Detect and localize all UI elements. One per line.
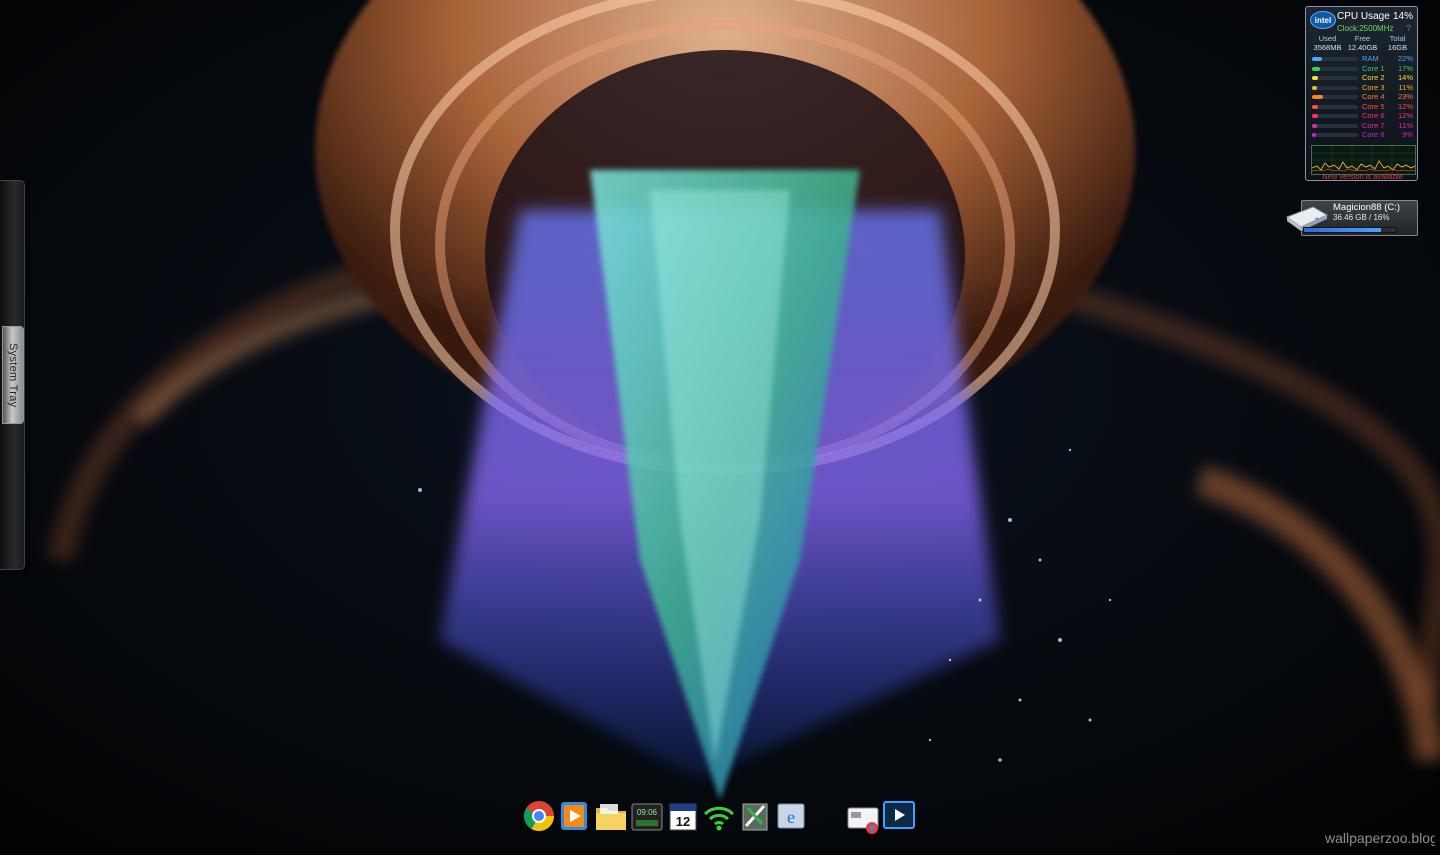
drive-name: Magicion88 (C:)	[1333, 202, 1401, 213]
core-bar-fill	[1312, 123, 1318, 128]
system-tray-dock[interactable]: System Tray	[0, 180, 25, 570]
ie-icon[interactable]: e	[774, 798, 808, 838]
cpu-usage-gadget[interactable]: intel CPU Usage 14% Clock:2500MHz ? Used…	[1305, 6, 1418, 181]
memory-header-free: Free	[1354, 34, 1371, 43]
core-row: Core 2 14%	[1310, 73, 1415, 83]
core-value: 11%	[1398, 82, 1413, 92]
drive-usage-bar	[1303, 227, 1397, 233]
calendar-day: 12	[676, 814, 690, 829]
core-name: Core 4	[1362, 92, 1385, 101]
core-bar-track	[1312, 114, 1358, 118]
app-dock: 09:06 12 e	[520, 798, 920, 855]
core-name: Core 2	[1362, 73, 1385, 82]
core-value: 12%	[1397, 101, 1413, 111]
drive-gadget[interactable]: Magicion88 (C:) 36.46 GB / 16%	[1283, 200, 1418, 236]
core-row: Core 7 11%	[1310, 121, 1415, 131]
core-row: Core 4 23%	[1310, 92, 1415, 102]
watermark: wallpaperzoo.blogspot.com	[1325, 830, 1435, 846]
core-name: Core 5	[1362, 101, 1385, 111]
core-value: 23%	[1397, 92, 1413, 101]
memory-header-used: Used	[1318, 34, 1337, 43]
memory-used-value: 3568MB	[1313, 43, 1342, 52]
core-row: Core 6 12%	[1310, 111, 1415, 121]
system-tray-label: System Tray	[7, 342, 19, 408]
core-value: 14%	[1397, 73, 1413, 82]
cpu-clock: Clock:2500MHz	[1337, 24, 1394, 33]
core-bar-track	[1312, 95, 1358, 99]
core-bar-fill	[1312, 76, 1319, 80]
core-bar-fill	[1312, 104, 1318, 109]
cpu-history-graph	[1311, 145, 1416, 175]
network-icon[interactable]	[846, 798, 880, 838]
cpu-clock-flag: ?	[1406, 24, 1411, 33]
core-bar-track	[1312, 57, 1358, 61]
clock-time: 09:06	[637, 808, 658, 817]
core-bar-fill	[1312, 57, 1323, 61]
core-row: Core 3 11%	[1310, 83, 1415, 93]
core-row: Core 1 17%	[1310, 64, 1415, 74]
calendar-icon[interactable]: 12	[666, 798, 700, 838]
core-value: 11%	[1398, 120, 1413, 130]
core-bar-fill	[1312, 133, 1317, 137]
core-bar-track	[1312, 123, 1358, 128]
core-bar-track	[1312, 85, 1358, 90]
core-name: Core 1	[1362, 63, 1385, 73]
clock-gadget-icon[interactable]: 09:06	[630, 798, 664, 838]
core-bar-fill	[1312, 66, 1320, 71]
chrome-icon[interactable]	[522, 798, 556, 838]
update-notice[interactable]: New version is available	[1306, 172, 1419, 181]
memory-free-value: 12.40GB	[1347, 43, 1378, 52]
core-value: 12%	[1397, 111, 1413, 120]
core-value: 22%	[1397, 54, 1413, 63]
core-value: 9%	[1402, 130, 1413, 139]
core-name: Core 6	[1362, 111, 1385, 120]
core-bar-fill	[1312, 95, 1323, 99]
intel-logo-icon: intel	[1310, 11, 1336, 29]
core-bar-fill	[1312, 85, 1318, 90]
core-row: Core 5 12%	[1310, 102, 1415, 112]
core-bar-track	[1312, 66, 1358, 71]
tools-icon[interactable]	[738, 798, 772, 838]
core-row: Core 8 9%	[1310, 130, 1415, 140]
remote-desktop-icon[interactable]	[882, 798, 916, 838]
desktop-wallpaper	[0, 0, 1440, 855]
drive-usage-fill	[1304, 228, 1382, 232]
core-name: RAM	[1362, 54, 1379, 63]
core-usage-list: RAM 22% Core 1 17% Core 2 14% Core 3 11% Core 4 2…	[1310, 54, 1415, 140]
core-name: Core 8	[1362, 130, 1385, 139]
cpu-usage-value: 14%	[1392, 11, 1413, 22]
core-bar-track	[1312, 133, 1358, 137]
system-tray-tab[interactable]: System Tray	[2, 326, 24, 424]
memory-header-total: Total	[1389, 34, 1406, 43]
cpu-title: CPU Usage	[1337, 11, 1390, 22]
core-bar-track	[1312, 104, 1358, 109]
core-bar-track	[1312, 76, 1358, 80]
core-value: 17%	[1397, 63, 1413, 73]
core-row: RAM 22%	[1310, 54, 1415, 64]
wifi-icon[interactable]	[702, 798, 736, 838]
media-player-icon[interactable]	[558, 798, 592, 838]
drive-stats: 36.46 GB / 16%	[1333, 213, 1390, 222]
core-name: Core 3	[1362, 82, 1385, 92]
folder-icon[interactable]	[594, 798, 628, 838]
memory-total-value: 16GB	[1387, 43, 1408, 52]
svg-text:e: e	[787, 807, 795, 827]
core-bar-fill	[1312, 114, 1318, 118]
core-name: Core 7	[1362, 120, 1385, 130]
